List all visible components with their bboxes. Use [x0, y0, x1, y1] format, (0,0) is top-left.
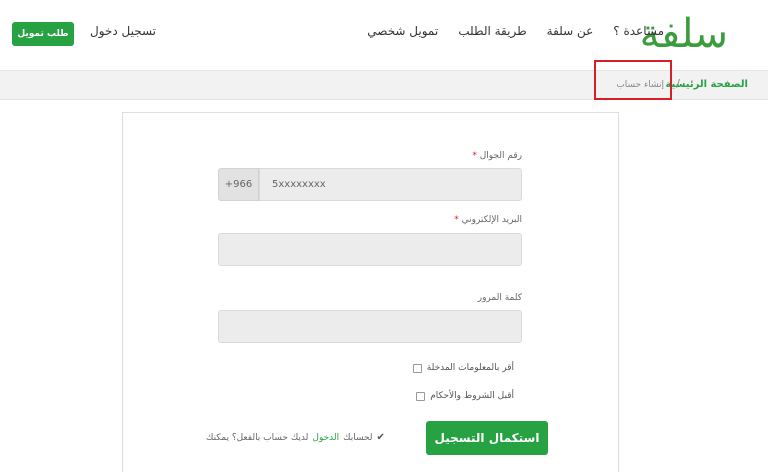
nav-item-personal-finance[interactable]: تمويل شخصي — [367, 24, 438, 38]
email-input[interactable] — [218, 233, 522, 266]
required-mark: * — [454, 215, 459, 225]
breadcrumb-separator: / — [676, 77, 680, 90]
password-label: كلمة المرور — [477, 293, 522, 303]
annotation-highlight-box — [594, 60, 672, 100]
phone-label: رقم الجوال * — [472, 151, 522, 161]
nav-item-how-to-apply[interactable]: طريقة الطلب — [458, 24, 526, 38]
confirm-info-label: أقر بالمعلومات المدخلة — [426, 363, 514, 373]
email-label-text: البريد الإلكتروني — [461, 215, 522, 225]
accept-terms-label: أقبل الشروط والأحكام — [430, 391, 514, 401]
checkmark-icon: ✔ — [376, 432, 385, 443]
required-mark: * — [472, 151, 477, 161]
main-nav: تمويل شخصي طريقة الطلب عن سلفة مساعدة ؟ — [367, 24, 664, 38]
register-form-card — [122, 112, 619, 472]
login-inline-link[interactable]: الدخول — [312, 433, 339, 443]
country-code-prefix: +966 — [218, 168, 259, 201]
accept-terms-row: أقبل الشروط والأحكام — [416, 391, 514, 401]
phone-input[interactable]: 5xxxxxxxx — [259, 168, 522, 201]
password-input[interactable] — [218, 310, 522, 343]
complete-registration-button[interactable]: استكمال التسجيل — [426, 421, 548, 455]
confirm-info-checkbox[interactable] — [412, 363, 422, 373]
nav-item-about[interactable]: عن سلفة — [547, 24, 594, 38]
confirm-info-row: أقر بالمعلومات المدخلة — [412, 363, 514, 373]
have-account-suffix: لحسابك — [343, 432, 373, 443]
login-link[interactable]: تسجيل دخول — [90, 24, 156, 38]
have-account-note: لديك حساب بالفعل؟ يمكنك الدخول لحسابك ✔ — [206, 432, 385, 443]
have-account-text: لديك حساب بالفعل؟ يمكنك — [206, 432, 309, 443]
nav-item-help[interactable]: مساعدة ؟ — [613, 24, 664, 38]
phone-label-text: رقم الجوال — [479, 151, 522, 161]
apply-finance-button[interactable]: طلب تمويل — [12, 22, 74, 46]
accept-terms-checkbox[interactable] — [416, 391, 426, 401]
email-label: البريد الإلكتروني * — [454, 215, 522, 225]
